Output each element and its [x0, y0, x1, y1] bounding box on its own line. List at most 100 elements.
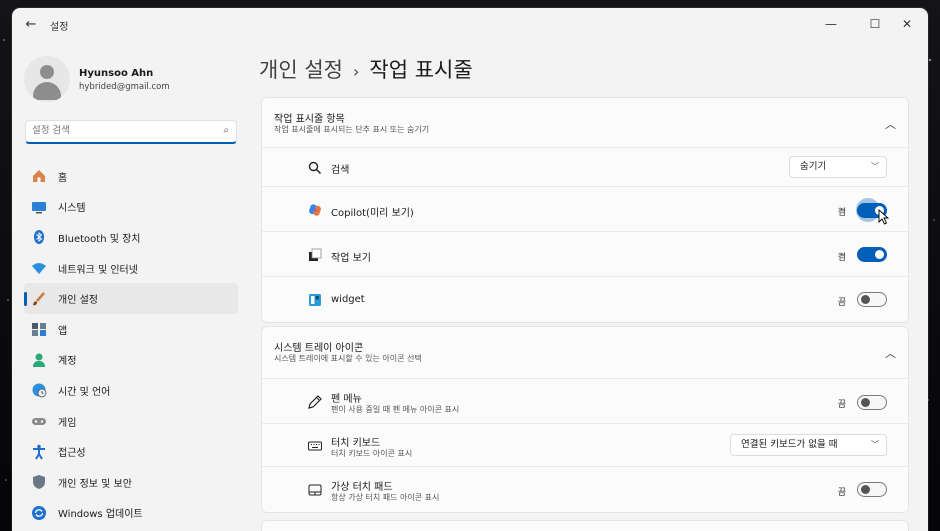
maximize-icon: ☐ — [869, 17, 881, 31]
search-input[interactable] — [32, 125, 212, 136]
copilot-icon — [308, 202, 322, 216]
row-virtual-touchpad: 가상 터치 패드 항상 가상 터치 패드 아이콘 표시 끔 — [262, 467, 908, 512]
mouse-cursor-icon — [878, 208, 890, 225]
touch-keyboard-dropdown[interactable]: 연결된 키보드가 없을 때 ﹀ — [730, 434, 887, 456]
sidebar-item-label: 시스템 — [58, 203, 86, 215]
settings-search-box[interactable]: ⌕ — [25, 120, 237, 144]
sidebar-item-label: 시간 및 언어 — [58, 386, 111, 398]
sidebar-item-label: 접근성 — [58, 448, 86, 460]
breadcrumb-separator: › — [352, 62, 360, 81]
monitor-icon — [31, 199, 47, 215]
minimize-button[interactable]: — — [816, 14, 846, 34]
sidebar-item-label: Bluetooth 및 장치 — [58, 233, 141, 245]
system-tray-header[interactable]: 시스템 트레이 아이콘 시스템 트레이에 표시할 수 있는 아이콘 선택 ︿ — [262, 327, 908, 379]
close-button[interactable]: ✕ — [892, 14, 922, 34]
taskbar-items-header[interactable]: 작업 표시줄 항목 작업 표시줄에 표시되는 단추 표시 또는 숨기기 ︿ — [262, 98, 908, 148]
apps-icon — [31, 321, 47, 337]
sidebar-item-label: 네트워크 및 인터넷 — [58, 264, 138, 276]
page-title: 작업 표시줄 — [369, 58, 473, 82]
maximize-button[interactable]: ☐ — [860, 14, 890, 34]
globe-clock-icon — [31, 382, 47, 398]
sidebar-item-privacy[interactable]: 개인 정보 및 보안 — [24, 467, 238, 498]
sidebar-item-label: 앱 — [58, 325, 68, 337]
wifi-icon — [31, 260, 47, 276]
app-title: 설정 — [50, 22, 69, 33]
pen-icon — [308, 394, 322, 409]
row-label: widget — [331, 294, 365, 305]
next-section-card — [261, 520, 909, 531]
system-tray-section: 시스템 트레이 아이콘 시스템 트레이에 표시할 수 있는 아이콘 선택 ︿ 펜… — [261, 326, 909, 513]
row-widget: widget 끔 — [262, 277, 908, 322]
touchpad-icon — [308, 482, 322, 496]
chevron-up-icon[interactable]: ︿ — [885, 345, 896, 361]
row-label: 터치 키보드 — [331, 438, 381, 449]
row-label: Copilot(미리 보기) — [331, 208, 414, 219]
pen-menu-toggle[interactable] — [857, 395, 887, 410]
toggle-state-text: 끔 — [837, 298, 846, 308]
user-email: hybrided@gmail.com — [79, 82, 170, 92]
sidebar-item-home[interactable]: 홈 — [24, 161, 238, 192]
task-view-icon — [308, 247, 322, 261]
dropdown-value: 연결된 키보드가 없을 때 — [741, 439, 838, 450]
breadcrumb-parent[interactable]: 개인 설정 — [259, 58, 343, 82]
chevron-up-icon[interactable]: ︿ — [885, 116, 896, 132]
avatar — [24, 56, 70, 102]
toggle-state-text: 끔 — [837, 400, 846, 410]
sidebar-item-accessibility[interactable]: 접근성 — [24, 436, 238, 467]
sidebar-item-system[interactable]: 시스템 — [24, 192, 238, 223]
sidebar-item-time-language[interactable]: 시간 및 언어 — [24, 375, 238, 406]
toggle-state-text: 끔 — [837, 488, 846, 498]
row-task-view: 작업 보기 켬 — [262, 232, 908, 277]
sidebar-item-apps[interactable]: 앱 — [24, 314, 238, 345]
row-copilot: Copilot(미리 보기) 켬 — [262, 187, 908, 232]
home-icon — [31, 168, 47, 184]
breadcrumb: 개인 설정 › 작업 표시줄 — [259, 54, 473, 84]
settings-window: ← 설정 — ☐ ✕ Hyunsoo Ahn hybrided@gmail.co… — [12, 8, 928, 531]
shield-icon — [31, 474, 47, 490]
task-view-toggle[interactable] — [857, 247, 887, 262]
row-label: 펜 메뉴 — [331, 394, 362, 405]
sidebar-item-label: Windows 업데이트 — [58, 509, 143, 521]
title-bar: ← 설정 — ☐ ✕ — [12, 8, 928, 42]
toggle-state-text: 켬 — [837, 253, 846, 263]
row-description: 펜이 사용 중일 때 펜 메뉴 아이콘 표시 — [331, 405, 460, 414]
sidebar-item-label: 홈 — [58, 172, 68, 184]
toggle-state-text: 켬 — [837, 208, 846, 218]
sidebar-item-accounts[interactable]: 계정 — [24, 345, 238, 376]
widget-icon — [308, 292, 322, 306]
paintbrush-icon — [31, 291, 47, 307]
search-mode-dropdown[interactable]: 숨기기 ﹀ — [789, 156, 887, 178]
section-subtitle: 시스템 트레이에 표시할 수 있는 아이콘 선택 — [274, 354, 422, 363]
sidebar-item-gaming[interactable]: 게임 — [24, 406, 238, 437]
row-search: 검색 숨기기 ﹀ — [262, 148, 908, 187]
section-subtitle: 작업 표시줄에 표시되는 단추 표시 또는 숨기기 — [274, 125, 430, 134]
row-touch-keyboard: 터치 키보드 터치 키보드 아이콘 표시 연결된 키보드가 없을 때 ﹀ — [262, 424, 908, 467]
sidebar-item-windows-update[interactable]: Windows 업데이트 — [24, 498, 238, 529]
keyboard-icon — [308, 438, 322, 452]
minimize-icon: — — [825, 17, 837, 31]
person-icon — [31, 352, 47, 368]
gamepad-icon — [31, 413, 47, 429]
row-description: 항상 가상 터치 패드 아이콘 표시 — [331, 493, 440, 502]
row-label: 가상 터치 패드 — [331, 482, 393, 493]
sidebar-item-bluetooth[interactable]: Bluetooth 및 장치 — [24, 222, 238, 253]
chevron-down-icon: ﹀ — [871, 440, 879, 449]
row-label: 검색 — [331, 165, 350, 176]
arrow-left-icon: ← — [25, 17, 37, 32]
sidebar-item-label: 개인 설정 — [58, 295, 98, 307]
virtual-touchpad-toggle[interactable] — [857, 482, 887, 497]
widget-toggle[interactable] — [857, 292, 887, 307]
sidebar-item-personalization[interactable]: 개인 설정 — [24, 283, 238, 314]
bluetooth-icon — [31, 229, 47, 245]
sidebar-item-label: 계정 — [58, 356, 77, 368]
sidebar-nav: 홈 시스템 Bluetooth 및 장치 네트워크 및 인터넷 개인 설정 앱 … — [24, 161, 238, 528]
back-button[interactable]: ← — [22, 16, 40, 34]
chevron-down-icon: ﹀ — [871, 162, 879, 171]
close-icon: ✕ — [901, 17, 913, 31]
row-label: 작업 보기 — [331, 253, 371, 264]
accessibility-icon — [31, 444, 47, 460]
sidebar-item-network[interactable]: 네트워크 및 인터넷 — [24, 253, 238, 284]
sidebar-item-label: 게임 — [58, 417, 77, 429]
update-icon — [31, 505, 47, 521]
row-pen-menu: 펜 메뉴 펜이 사용 중일 때 펜 메뉴 아이콘 표시 끔 — [262, 379, 908, 424]
